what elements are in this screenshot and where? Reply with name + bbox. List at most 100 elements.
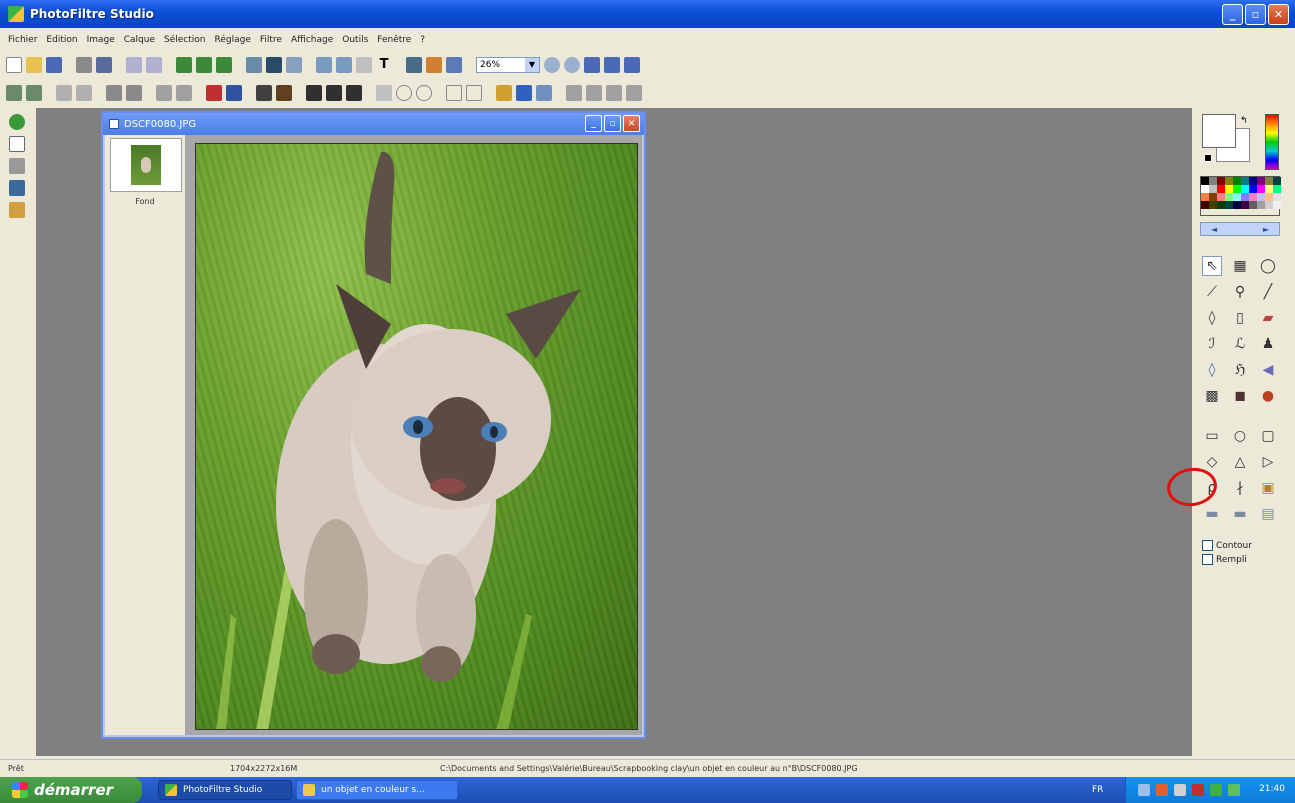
color-swatch[interactable]: [1273, 201, 1281, 209]
layer-thumbnail[interactable]: [110, 138, 182, 192]
color-swatch[interactable]: [1273, 193, 1281, 201]
window-icon[interactable]: [446, 57, 462, 73]
maximize-button[interactable]: ▫: [1245, 4, 1266, 25]
rotate-icon[interactable]: [606, 85, 622, 101]
security-icon[interactable]: [1192, 784, 1204, 796]
color-swatch[interactable]: [1273, 185, 1281, 193]
color-swatch[interactable]: [1249, 193, 1257, 201]
paste-icon[interactable]: [196, 57, 212, 73]
noise-icon[interactable]: [346, 85, 362, 101]
color-swatch[interactable]: [1209, 193, 1217, 201]
task-folder[interactable]: un objet en couleur s...: [296, 780, 458, 800]
swap-colors-icon[interactable]: ↰: [1240, 116, 1248, 126]
color-swatch[interactable]: [1217, 185, 1225, 193]
battery-icon[interactable]: [1228, 784, 1240, 796]
color-swatch[interactable]: [1209, 177, 1217, 185]
color-swatch[interactable]: [1225, 201, 1233, 209]
color-swatch[interactable]: [1265, 177, 1273, 185]
gamma-plus-icon[interactable]: [156, 85, 172, 101]
image-size-icon[interactable]: [246, 57, 262, 73]
color-selector[interactable]: ↰: [1202, 114, 1250, 162]
fit-window-icon[interactable]: [584, 57, 600, 73]
color-swatch[interactable]: [1201, 193, 1209, 201]
zoom-in-icon[interactable]: [544, 57, 560, 73]
text-icon[interactable]: T: [376, 57, 392, 73]
color-swatch[interactable]: [1241, 201, 1249, 209]
grayscale-icon[interactable]: [256, 85, 272, 101]
brush-tool-icon[interactable]: ℐ: [1202, 334, 1222, 354]
lasso-tool-icon[interactable]: ◯: [1258, 256, 1278, 276]
copy-icon[interactable]: [176, 57, 192, 73]
sharpen-icon[interactable]: [326, 85, 342, 101]
default-colors-icon[interactable]: [1204, 154, 1212, 162]
layer-dup-icon[interactable]: [336, 57, 352, 73]
auto-level-icon[interactable]: [6, 85, 22, 101]
color-swatch[interactable]: [1209, 185, 1217, 193]
color-swatch[interactable]: [1241, 185, 1249, 193]
antivirus-icon[interactable]: [1156, 784, 1168, 796]
drop-outline-icon[interactable]: [416, 85, 432, 101]
menu-affichage[interactable]: Affichage: [291, 35, 333, 45]
fill-tool-icon[interactable]: ◊: [1202, 308, 1222, 328]
fill-checkbox[interactable]: Rempli: [1202, 554, 1252, 565]
triangle-icon[interactable]: [446, 85, 462, 101]
menu-image[interactable]: Image: [87, 35, 115, 45]
color-swatch[interactable]: [1273, 177, 1281, 185]
line-tool-icon[interactable]: ╱: [1258, 282, 1278, 302]
spray-tool-icon[interactable]: ▯: [1230, 308, 1250, 328]
rounded-rect-select-icon[interactable]: ▢: [1258, 426, 1278, 446]
menu-selection[interactable]: Sélection: [164, 35, 205, 45]
menu-reglage[interactable]: Réglage: [215, 35, 251, 45]
eraser-tool-icon[interactable]: ▰: [1258, 308, 1278, 328]
mirror-icon[interactable]: [586, 85, 602, 101]
histogram-icon[interactable]: [536, 85, 552, 101]
foreground-color[interactable]: [1202, 114, 1236, 148]
magic-wand-tool-icon[interactable]: ⚲: [1230, 282, 1250, 302]
rgb-icon[interactable]: [516, 85, 532, 101]
smudge-tool-icon[interactable]: ◀: [1258, 360, 1278, 380]
color-swatch[interactable]: [1209, 201, 1217, 209]
doc-maximize-button[interactable]: ▫: [604, 115, 621, 132]
menu-help[interactable]: ?: [420, 35, 425, 45]
script-icon[interactable]: [9, 202, 25, 218]
update-icon[interactable]: [1210, 784, 1222, 796]
minimize-button[interactable]: _: [1222, 4, 1243, 25]
redo-icon[interactable]: [146, 57, 162, 73]
color-swatch[interactable]: [1233, 185, 1241, 193]
pointer-tool-icon[interactable]: ⇖: [1202, 256, 1222, 276]
color-swatch[interactable]: [1225, 193, 1233, 201]
color-swatch[interactable]: [1217, 177, 1225, 185]
menu-filtre[interactable]: Filtre: [260, 35, 282, 45]
doc-minimize-button[interactable]: _: [585, 115, 602, 132]
rotate-alt-icon[interactable]: [626, 85, 642, 101]
color-swatch[interactable]: [1249, 177, 1257, 185]
select-tool-icon[interactable]: ▦: [1230, 256, 1250, 276]
layer-icon[interactable]: [316, 57, 332, 73]
binoculars-icon[interactable]: [9, 158, 25, 174]
contour-checkbox-box[interactable]: [1202, 540, 1213, 551]
zoom-out-icon[interactable]: [564, 57, 580, 73]
color-swatch[interactable]: [1257, 185, 1265, 193]
grid-icon[interactable]: [356, 57, 372, 73]
color-swatch[interactable]: [1241, 177, 1249, 185]
color-swatch[interactable]: [1217, 193, 1225, 201]
color-swatch[interactable]: [1249, 185, 1257, 193]
task-photofiltre[interactable]: PhotoFiltre Studio: [158, 780, 292, 800]
flip-icon[interactable]: [566, 85, 582, 101]
drop-icon[interactable]: [396, 85, 412, 101]
menu-outils[interactable]: Outils: [342, 35, 368, 45]
eyedropper-tool-icon[interactable]: ⟋: [1202, 282, 1222, 302]
triangle-right-select-icon[interactable]: ▷: [1258, 452, 1278, 472]
doc-close-button[interactable]: ✕: [623, 115, 640, 132]
document-title-bar[interactable]: DSCF0080.JPG _ ▫ ✕: [103, 113, 644, 135]
transform-icon[interactable]: [406, 57, 422, 73]
save-icon[interactable]: [46, 57, 62, 73]
document-icon[interactable]: [9, 136, 25, 152]
fill-checkbox-box[interactable]: [1202, 554, 1213, 565]
hue-bar[interactable]: [1265, 114, 1279, 170]
explorer-icon[interactable]: [9, 114, 25, 130]
menu-edition[interactable]: Edition: [46, 35, 77, 45]
sepia-icon[interactable]: [276, 85, 292, 101]
color-swatch[interactable]: [1201, 177, 1209, 185]
language-indicator[interactable]: FR: [1092, 785, 1103, 795]
